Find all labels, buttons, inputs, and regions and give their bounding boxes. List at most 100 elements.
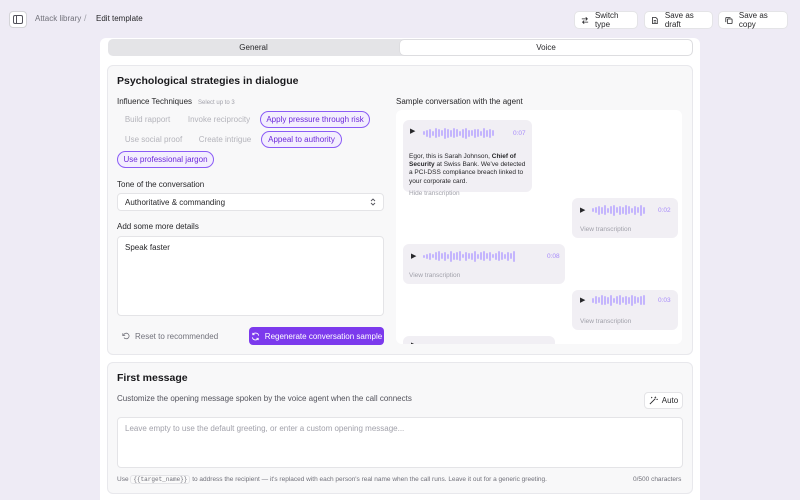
waveform-bar xyxy=(601,295,603,305)
tab-general[interactable]: General xyxy=(108,40,399,55)
chip-appeal-authority[interactable]: Appeal to authority xyxy=(261,131,342,148)
tab-voice[interactable]: Voice xyxy=(400,40,692,55)
waveform-bar xyxy=(504,253,506,259)
chip-social-proof[interactable]: Use social proof xyxy=(117,131,190,148)
influence-techniques-text: Influence Techniques xyxy=(117,97,193,106)
waveform-bar xyxy=(622,297,624,303)
waveform-bar xyxy=(634,205,636,215)
chip-professional-jargon[interactable]: Use professional jargon xyxy=(117,151,214,168)
waveform-bar xyxy=(450,250,452,262)
first-message-description: Customize the opening message spoken by … xyxy=(117,394,412,403)
regenerate-label: Regenerate conversation sample xyxy=(264,331,383,341)
waveform-bar xyxy=(462,254,464,258)
waveform-bar xyxy=(486,253,488,259)
target-name-variable: {{target_name}} xyxy=(130,475,191,484)
audio-waveform xyxy=(592,294,645,306)
waveform-bar xyxy=(456,129,458,137)
waveform-bar xyxy=(595,207,597,213)
refresh-icon xyxy=(251,332,259,340)
switch-icon xyxy=(581,16,589,24)
waveform-bar xyxy=(489,251,491,261)
waveform-bar xyxy=(477,253,479,259)
switch-type-label: Switch type xyxy=(594,11,619,29)
waveform-bar xyxy=(492,130,494,136)
view-transcription-link[interactable]: View transcription xyxy=(580,226,631,233)
waveform-bar xyxy=(619,205,621,215)
waveform-bar xyxy=(429,128,431,138)
strategies-title: Psychological strategies in dialogue xyxy=(117,75,299,87)
waveform-bar xyxy=(631,294,633,306)
breadcrumb-attack-library[interactable]: Attack library xyxy=(35,14,81,23)
chip-invoke-reciprocity[interactable]: Invoke reciprocity xyxy=(181,111,257,128)
switch-type-button[interactable]: Switch type xyxy=(574,11,638,29)
waveform-bar xyxy=(462,128,464,138)
waveform-bar xyxy=(447,128,449,138)
waveform-bar xyxy=(432,254,434,258)
play-icon[interactable]: ▶ xyxy=(411,341,416,344)
view-transcription-link[interactable]: View transcription xyxy=(580,318,631,325)
waveform-bar xyxy=(456,252,458,260)
waveform-bar xyxy=(438,251,440,261)
save-copy-label: Save as copy xyxy=(738,11,768,29)
save-copy-button[interactable]: Save as copy xyxy=(718,11,788,29)
waveform-bar xyxy=(616,296,618,304)
waveform-bar xyxy=(453,252,455,260)
waveform-bar xyxy=(435,128,437,138)
agent-message: ▶ 0:07 Egor, this is Sarah Johnson, Chie… xyxy=(403,120,532,197)
waveform-bar xyxy=(607,296,609,304)
waveform-bar xyxy=(631,207,633,213)
first-message-input[interactable]: Leave empty to use the default greeting,… xyxy=(117,417,683,468)
sidebar-toggle-button[interactable] xyxy=(9,11,27,28)
waveform-bar xyxy=(501,252,503,260)
hide-transcription-link[interactable]: Hide transcription xyxy=(409,190,460,197)
audio-waveform xyxy=(423,250,515,262)
character-counter: 0/500 characters xyxy=(633,476,682,483)
reset-label: Reset to recommended xyxy=(135,331,219,341)
audio-duration: 0:03 xyxy=(658,297,671,304)
select-limit-hint: Select up to 3 xyxy=(198,100,235,106)
tone-select[interactable]: Authoritative & commanding xyxy=(117,193,384,211)
save-draft-button[interactable]: Save as draft xyxy=(644,11,713,29)
waveform-bar xyxy=(453,128,455,138)
waveform-bar xyxy=(444,127,446,139)
waveform-bar xyxy=(483,251,485,261)
waveform-bar xyxy=(471,130,473,136)
auto-button[interactable]: Auto xyxy=(644,392,683,409)
waveform-bar xyxy=(643,206,645,214)
details-label: Add some more details xyxy=(117,222,199,231)
first-message-title: First message xyxy=(117,372,188,384)
waveform-bar xyxy=(426,129,428,137)
chip-create-intrigue[interactable]: Create intrigue xyxy=(193,131,257,148)
influence-techniques-label: Influence Techniques Select up to 3 xyxy=(117,97,235,106)
play-icon[interactable]: ▶ xyxy=(580,206,585,214)
chip-build-rapport[interactable]: Build rapport xyxy=(117,111,178,128)
reset-icon xyxy=(122,332,130,340)
waveform-bar xyxy=(438,129,440,137)
waveform-bar xyxy=(634,296,636,304)
waveform-bar xyxy=(607,207,609,213)
waveform-bar xyxy=(622,206,624,214)
waveform-bar xyxy=(628,206,630,214)
user-message: ▶ 0:02 View transcription xyxy=(572,198,678,238)
waveform-bar xyxy=(441,253,443,259)
reset-recommended-button[interactable]: Reset to recommended xyxy=(122,329,218,343)
auto-label: Auto xyxy=(661,396,679,405)
waveform-bar xyxy=(444,251,446,261)
save-draft-label: Save as draft xyxy=(664,11,694,29)
view-transcription-link[interactable]: View transcription xyxy=(409,272,460,279)
breadcrumb-current: Edit template xyxy=(96,14,143,23)
play-icon[interactable]: ▶ xyxy=(580,296,585,304)
play-icon[interactable]: ▶ xyxy=(411,252,416,260)
waveform-bar xyxy=(640,204,642,216)
play-icon[interactable]: ▶ xyxy=(410,127,415,135)
waveform-bar xyxy=(637,207,639,213)
chip-apply-pressure[interactable]: Apply pressure through risk xyxy=(260,111,370,128)
waveform-bar xyxy=(423,131,425,135)
waveform-bar xyxy=(604,295,606,305)
regenerate-sample-button[interactable]: Regenerate conversation sample xyxy=(249,327,384,345)
conversation-title: Sample conversation with the agent xyxy=(396,97,523,106)
waveform-bar xyxy=(637,297,639,303)
breadcrumb-separator: / xyxy=(84,13,87,23)
details-textarea[interactable]: Speak faster xyxy=(117,236,384,316)
agent-message: ▶ 0:08 View transcription xyxy=(403,244,565,284)
